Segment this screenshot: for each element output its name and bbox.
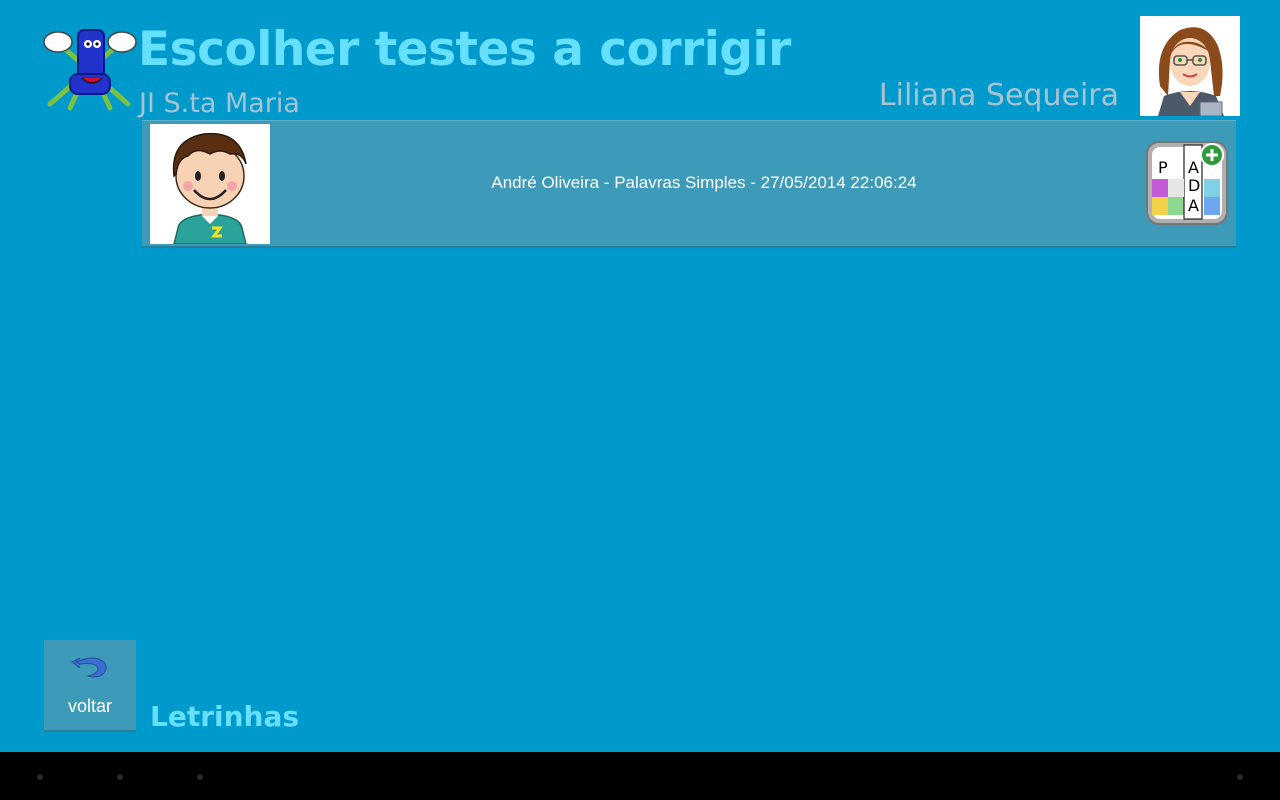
svg-text:A: A — [1188, 158, 1199, 177]
system-navigation-bar — [0, 752, 1280, 800]
page-title: Escolher testes a corrigir — [138, 22, 791, 77]
test-description: André Oliveira - Palavras Simples - 27/0… — [491, 173, 917, 192]
back-button[interactable]: voltar — [44, 640, 136, 732]
svg-text:P: P — [1158, 158, 1168, 177]
back-button-label: voltar — [67, 696, 112, 716]
nav-home-icon[interactable] — [117, 774, 123, 780]
student-boy-avatar-icon — [150, 124, 270, 244]
tests-list: André Oliveira - Palavras Simples - 27/0… — [142, 120, 1236, 248]
teacher-name: Liliana Sequeira — [878, 78, 1119, 113]
school-name: JI S.ta Maria — [139, 88, 300, 119]
test-row[interactable]: André Oliveira - Palavras Simples - 27/0… — [142, 120, 1236, 248]
nav-back-icon[interactable] — [37, 774, 43, 780]
undo-arrow-icon — [70, 648, 110, 682]
nav-recents-icon[interactable] — [197, 774, 203, 780]
svg-text:A: A — [1188, 196, 1199, 215]
nav-menu-icon[interactable] — [1237, 774, 1243, 780]
teacher-avatar-icon[interactable] — [1140, 16, 1240, 116]
app-name: Letrinhas — [150, 700, 300, 733]
letrinhas-logo-icon — [40, 16, 138, 112]
svg-text:D: D — [1188, 176, 1200, 195]
app-screen: Escolher testes a corrigir JI S.ta Maria… — [0, 0, 1280, 752]
word-puzzle-icon[interactable]: P A D A — [1146, 141, 1228, 225]
